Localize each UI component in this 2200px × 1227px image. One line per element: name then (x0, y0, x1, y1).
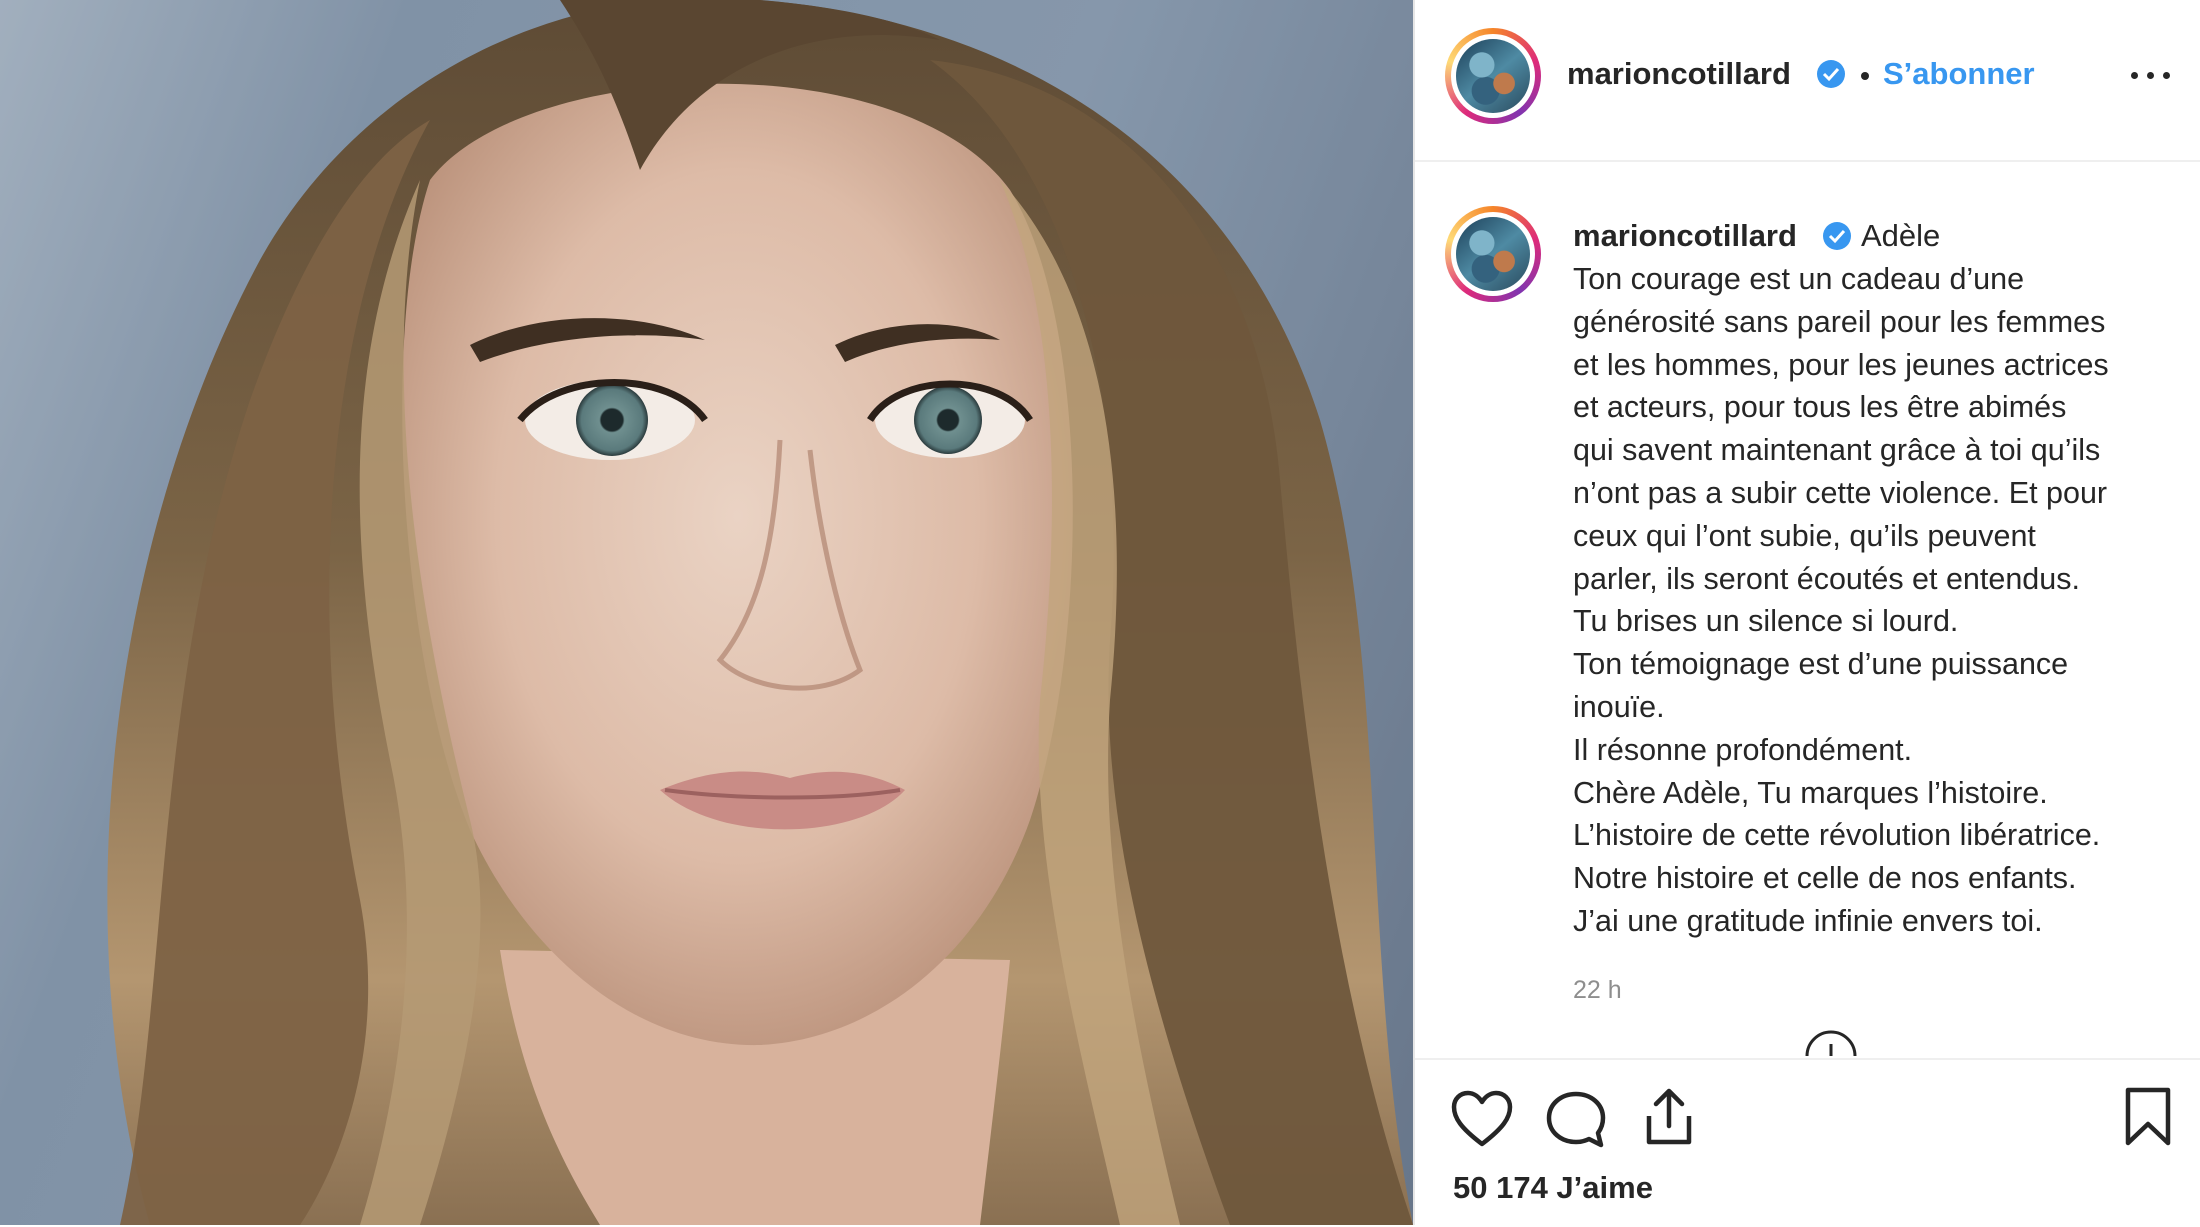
comment-icon[interactable] (1545, 1090, 1607, 1155)
separator-dot (1861, 72, 1869, 80)
portrait-image (0, 0, 1413, 1225)
likes-count[interactable]: 50 174 J’aime (1453, 1170, 1653, 1206)
heart-icon[interactable] (1451, 1090, 1513, 1153)
caption-first-line: Adèle (1861, 218, 1941, 253)
bookmark-icon[interactable] (2123, 1086, 2173, 1153)
post-photo[interactable] (0, 0, 1413, 1225)
caption-line: qui savent maintenant grâce à toi qu’ils (1573, 433, 2101, 468)
action-bar: 50 174 J’aime (1415, 1058, 2200, 1227)
caption-line: et acteurs, pour tous les être abimés (1573, 390, 2067, 425)
load-more-comments-icon[interactable] (1803, 1028, 1859, 1056)
post-header: marioncotillard S’abonner (1415, 0, 2200, 162)
username-link[interactable]: marioncotillard (1567, 56, 1791, 92)
avatar[interactable] (1445, 28, 1541, 124)
caption-line: J’ai une gratitude infinie envers toi. (1573, 903, 2043, 938)
caption-text: Ton courage est un cadeau d’une générosi… (1573, 258, 2193, 943)
caption-line: L’histoire de cette révolution libératri… (1573, 818, 2101, 853)
caption-line: Tu brises un silence si lourd. (1573, 604, 1959, 639)
caption-username-link[interactable]: marioncotillard (1573, 218, 1797, 254)
caption-line: Chère Adèle, Tu marques l’histoire. (1573, 775, 2048, 810)
caption-line: et les hommes, pour les jeunes actrices (1573, 347, 2109, 382)
caption-line: Notre histoire et celle de nos enfants. (1573, 861, 2077, 896)
caption-line: parler, ils seront écoutés et entendus. (1573, 561, 2080, 596)
caption-line: générosité sans pareil pour les femmes (1573, 304, 2106, 339)
caption-line: Ton témoignage est d’une puissance (1573, 647, 2069, 682)
verified-badge-icon (1823, 222, 1851, 250)
caption-line: Ton courage est un cadeau d’une (1573, 262, 2025, 296)
caption-avatar[interactable] (1445, 206, 1541, 302)
follow-button[interactable]: S’abonner (1883, 56, 2035, 92)
caption-line: n’ont pas a subir cette violence. Et pou… (1573, 475, 2108, 510)
more-options-icon[interactable] (2129, 60, 2173, 90)
caption-line: inouïe. (1573, 689, 1665, 724)
caption-line: ceux qui l’ont subie, qu’ils peuvent (1573, 518, 2036, 553)
verified-badge-icon (1817, 60, 1845, 88)
caption-line: Il résonne profondément. (1573, 732, 1913, 767)
post-side-panel: marioncotillard S’abonner marioncotillar… (1415, 0, 2200, 1225)
share-icon[interactable] (1641, 1086, 1697, 1153)
post-timestamp[interactable]: 22 h (1573, 976, 1622, 1005)
